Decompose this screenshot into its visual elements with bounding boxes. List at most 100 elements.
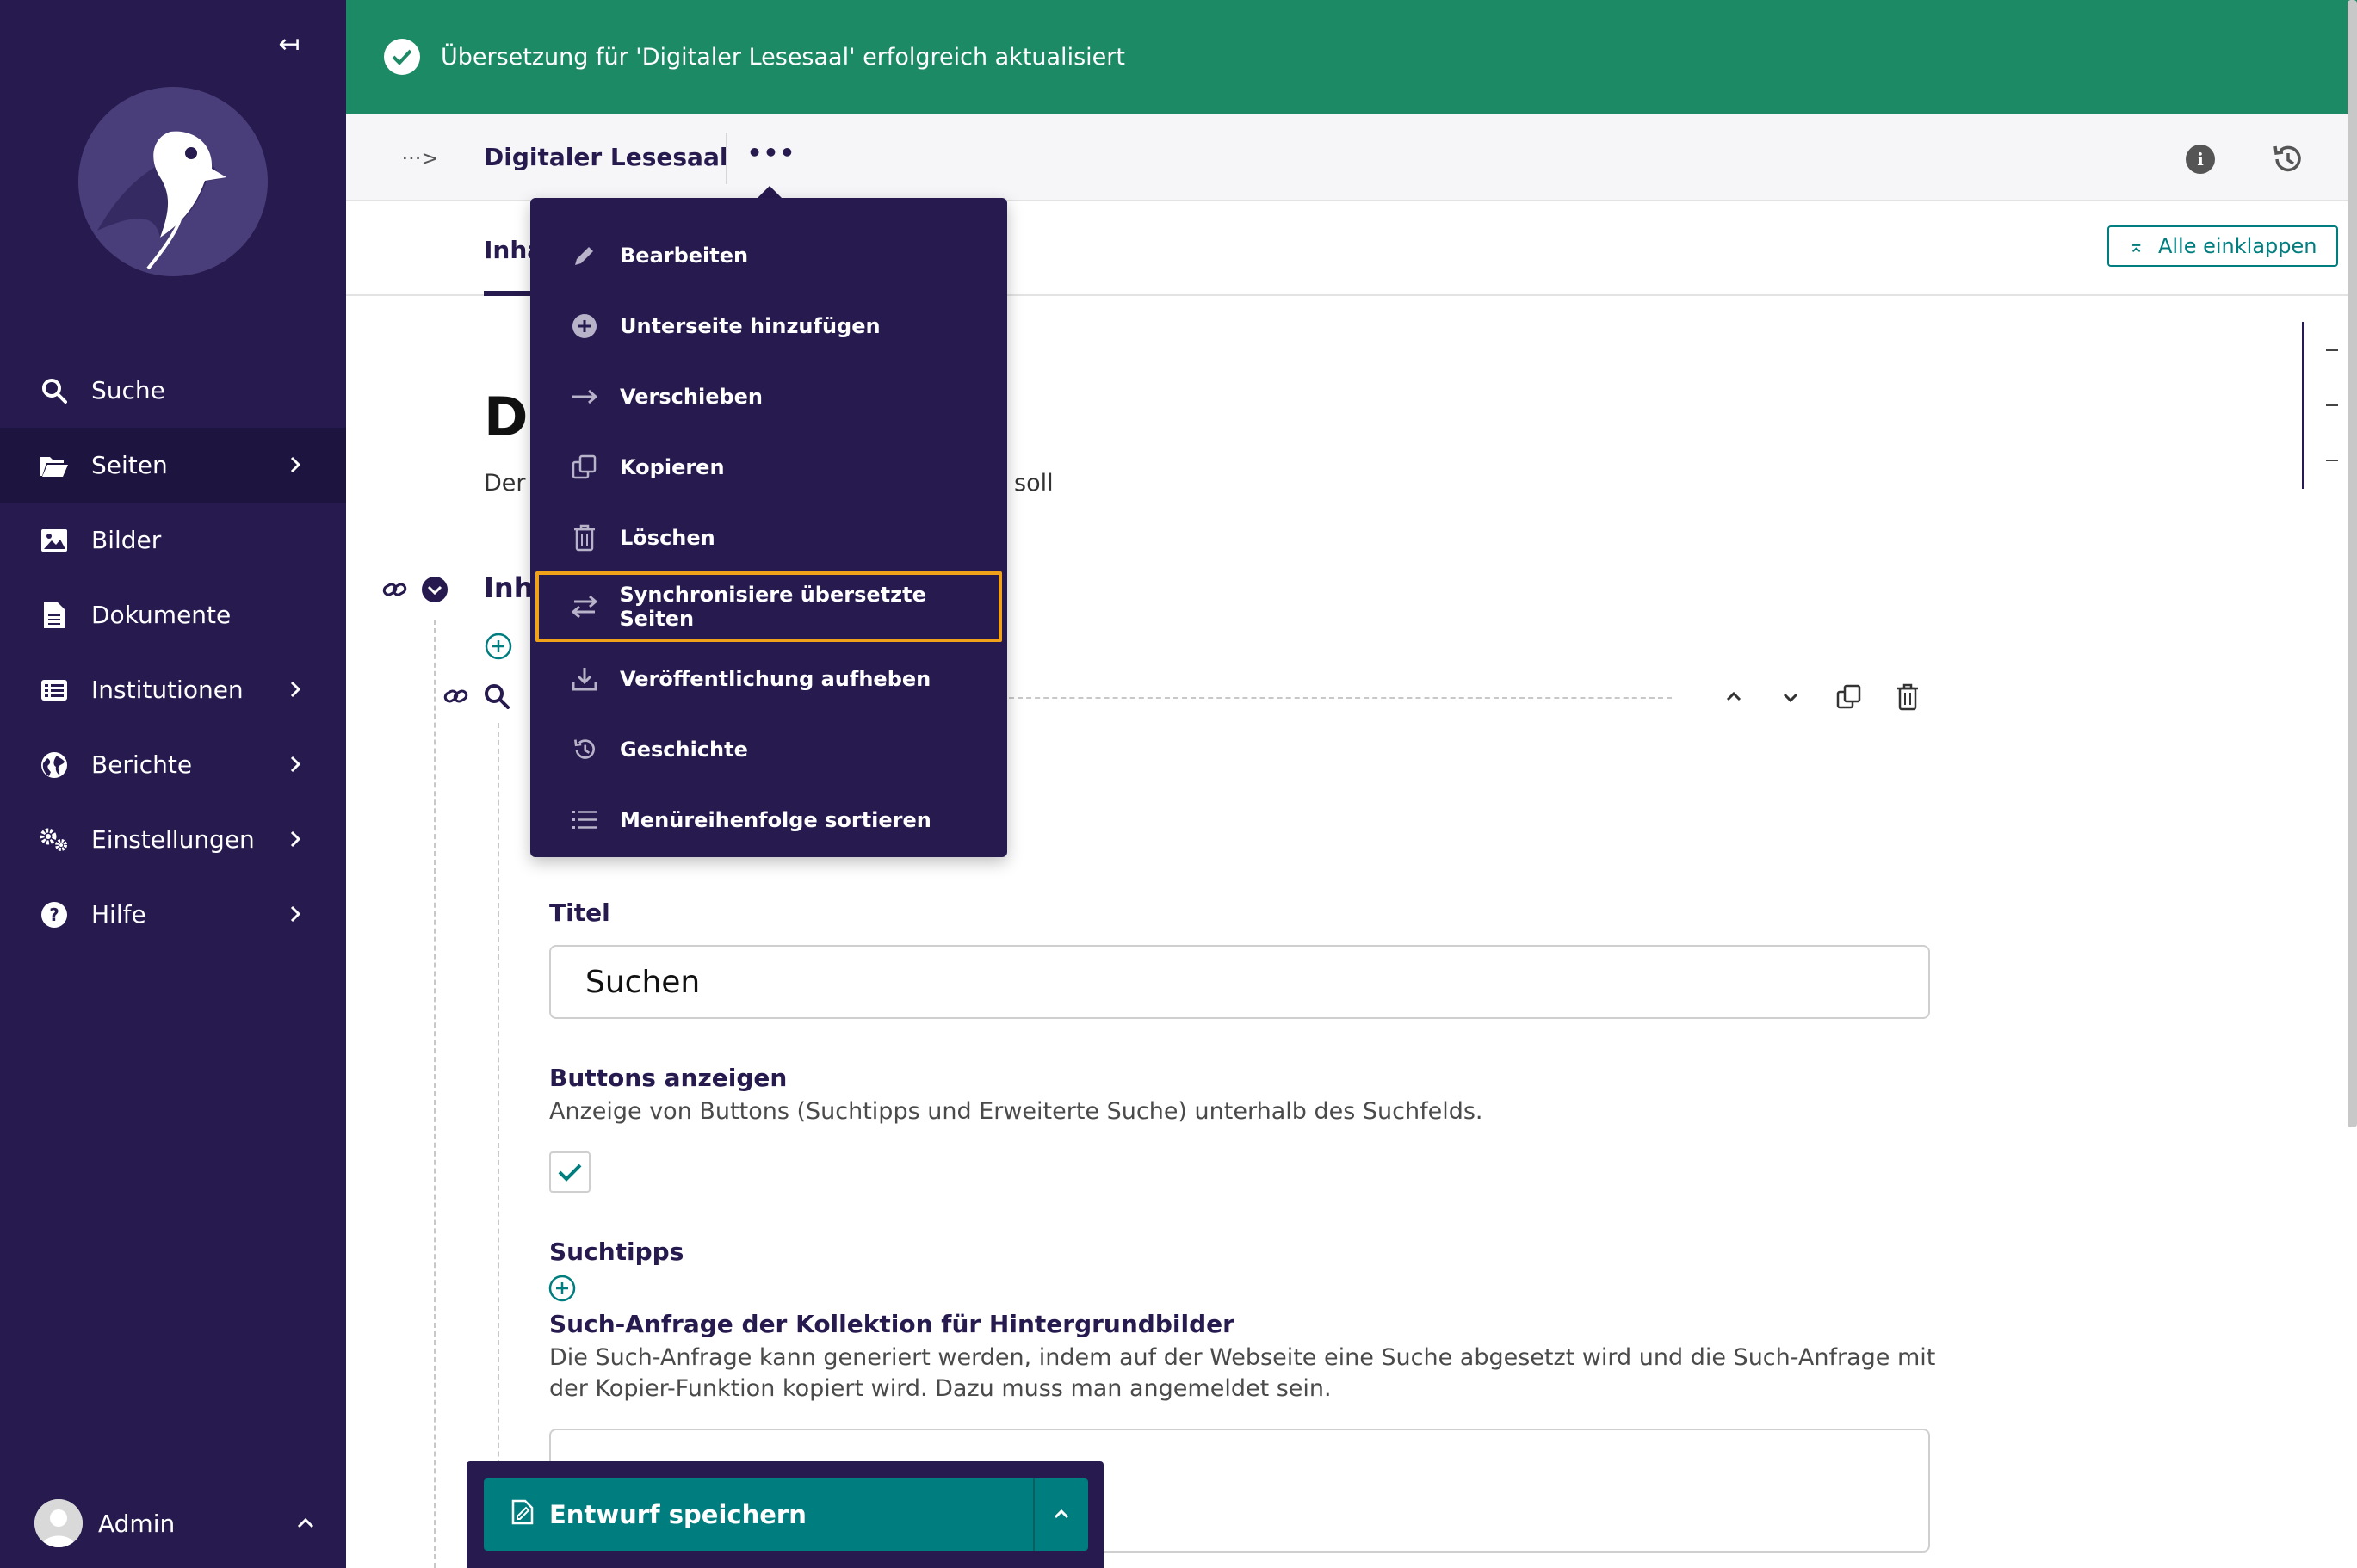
collapse-all-label: Alle einklappen [2157,234,2317,258]
copy-icon [570,453,599,482]
collapse-up-icon: ⌅ [2128,235,2144,257]
sidebar-item-berichte[interactable]: Berichte [0,727,346,802]
sidebar-item-label: Seiten [91,451,168,479]
sidebar-item-label: Bilder [91,526,162,554]
menu-item-unterseite-hinzufuegen[interactable]: Unterseite hinzufügen [530,291,1007,361]
banner-message: Übersetzung für 'Digitaler Lesesaal' erf… [441,43,1125,71]
menu-item-verschieben[interactable]: Verschieben [530,361,1007,432]
menu-item-label: Kopieren [620,455,725,479]
sidebar-item-label: Suche [91,376,165,404]
active-tab-indicator [484,291,535,296]
arrow-right-icon [570,382,599,411]
query-field-label: Such-Anfrage der Kollektion für Hintergr… [549,1310,1234,1338]
link-icon[interactable] [380,575,410,604]
account-menu[interactable]: Admin [34,1499,319,1547]
block-link-icon[interactable] [441,683,472,709]
menu-item-loeschen[interactable]: Löschen [530,503,1007,573]
search-block-icon [482,682,511,711]
buttons-field-label: Buttons anzeigen [549,1064,788,1092]
more-actions-button[interactable]: ••• [745,138,797,177]
page-description-end: soll [1014,470,1054,497]
menu-item-label: Verschieben [620,385,764,409]
delete-block-button[interactable] [1890,680,1925,714]
query-field-help: Die Such-Anfrage kann generiert werden, … [549,1344,1936,1402]
sidebar-item-label: Institutionen [91,676,244,704]
chevron-up-icon [293,1510,319,1536]
plus-circle-icon [570,312,599,341]
block-header-line [1009,697,1672,699]
document-save-icon [511,1499,534,1531]
show-buttons-checkbox[interactable] [549,1151,591,1193]
sidebar-item-label: Hilfe [91,900,146,929]
sidebar-item-einstellungen[interactable]: Einstellungen [0,802,346,877]
add-block-icon[interactable] [484,632,513,661]
menu-item-label: Veröffentlichung aufheben [620,667,931,691]
pencil-icon [570,241,599,270]
page-title: Digitaler Lesesaal [484,143,728,171]
header-divider [726,133,727,184]
menu-item-label: Menüreihenfolge sortieren [620,808,931,832]
move-up-button[interactable] [1717,680,1751,714]
collapse-all-button[interactable]: ⌅ Alle einklappen [2107,225,2338,267]
folder-open-icon [40,451,69,480]
cogs-icon [40,825,69,855]
check-circle-icon [384,39,420,75]
page-actions-dropdown: Bearbeiten Unterseite hinzufügen Verschi… [530,198,1007,857]
page-description-start: Der [484,470,526,497]
move-down-button[interactable] [1773,680,1808,714]
sidebar-item-label: Dokumente [91,601,232,629]
buttons-field-help: Anzeige von Buttons (Suchtipps und Erwei… [549,1098,1483,1125]
menu-item-bearbeiten[interactable]: Bearbeiten [530,220,1007,291]
page-header: ···> Digitaler Lesesaal ••• i [346,114,2357,201]
download-icon [570,664,599,694]
wagtail-logo[interactable] [76,84,270,279]
menu-item-geschichte[interactable]: Geschichte [530,714,1007,785]
menu-item-label: Geschichte [620,738,748,762]
menu-item-menuereihenfolge-sortieren[interactable]: Menüreihenfolge sortieren [530,785,1007,855]
title-input[interactable]: Suchen [549,945,1930,1019]
sidebar-item-bilder[interactable]: Bilder [0,503,346,577]
sidebar-item-dokumente[interactable]: Dokumente [0,577,346,652]
list-icon [40,676,69,705]
sidebar-item-label: Berichte [91,750,193,779]
menu-item-kopieren[interactable]: Kopieren [530,432,1007,503]
chevron-right-icon [282,901,308,927]
image-icon [40,526,69,555]
block-guide-line [498,723,499,1568]
chevron-up-icon [1054,1509,1069,1519]
save-draft-button[interactable]: Entwurf speichern [484,1478,1033,1551]
minimap-item[interactable] [2326,460,2338,461]
help-icon: ? [40,900,69,929]
sidebar-nav: Suche Seiten Bilder Dokumente Institutio… [0,353,346,952]
title-field-label: Titel [549,898,610,927]
sidebar-item-suche[interactable]: Suche [0,353,346,428]
info-icon[interactable]: i [2186,145,2215,174]
add-tip-icon[interactable] [547,1274,577,1303]
more-save-actions-button[interactable] [1033,1478,1088,1551]
sidebar-item-seiten[interactable]: Seiten [0,428,346,503]
chevron-right-icon [282,751,308,777]
history-icon[interactable] [2269,141,2305,177]
sidebar-item-hilfe[interactable]: ? Hilfe [0,877,346,952]
chevron-right-icon [282,676,308,702]
scrollbar[interactable] [2348,0,2357,1127]
duplicate-block-button[interactable] [1832,680,1866,714]
minimap-item[interactable] [2326,404,2338,406]
globe-icon [40,750,69,780]
breadcrumb-toggle-button[interactable]: ···> [401,139,439,177]
section-guide-line [434,620,436,1568]
sidebar-collapse-button[interactable]: ↤ [270,26,308,64]
menu-item-label: Synchronisiere übersetzte Seiten [619,583,926,631]
menu-item-veroeffentlichung-aufheben[interactable]: Veröffentlichung aufheben [530,644,1007,714]
menu-item-synchronisiere-uebersetzte-seiten[interactable]: Synchronisiere übersetzte Seiten [535,571,1002,642]
search-icon [40,376,69,405]
sidebar-item-institutionen[interactable]: Institutionen [0,652,346,727]
svg-text:?: ? [49,904,59,925]
trash-icon [570,523,599,553]
sidebar: ↤ Suche Seiten Bilder Dokumente Institut… [0,0,346,1568]
save-action-bar: Entwurf speichern [467,1461,1104,1568]
chevron-right-icon [282,826,308,852]
collapse-section-icon[interactable] [420,575,449,604]
minimap-item[interactable] [2326,349,2338,351]
success-banner: Übersetzung für 'Digitaler Lesesaal' erf… [346,0,2357,114]
